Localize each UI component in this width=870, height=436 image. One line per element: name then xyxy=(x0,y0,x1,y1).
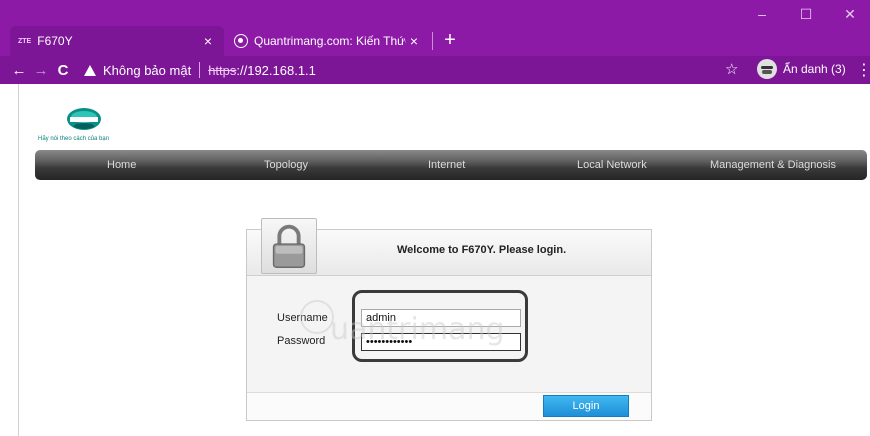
reload-button[interactable]: C xyxy=(52,62,74,79)
security-text: Không bảo mật xyxy=(103,62,192,78)
security-indicator[interactable]: Không bảo mật xyxy=(84,63,191,78)
new-tab-button[interactable]: + xyxy=(440,28,460,52)
zte-favicon-icon: ZTE xyxy=(18,37,32,45)
browser-tab-strip: ZTE F670Y × Quantrimang.com: Kiến Thức C… xyxy=(0,0,870,56)
bookmark-star-icon[interactable]: ☆ xyxy=(725,60,738,78)
welcome-text: Welcome to F670Y. Please login. xyxy=(397,244,567,256)
url-field[interactable]: https ://192.168.1.1 xyxy=(208,63,316,78)
login-footer: Login xyxy=(247,392,651,420)
omnibox-separator xyxy=(199,62,201,78)
password-label: Password xyxy=(277,335,326,347)
warning-icon xyxy=(84,64,96,76)
url-host: ://192.168.1.1 xyxy=(236,62,316,78)
tab-title: Quantrimang.com: Kiến Thức Cô xyxy=(254,34,406,48)
forward-button[interactable]: → xyxy=(30,62,52,79)
tab-f670y[interactable]: ZTE F670Y × xyxy=(10,26,224,56)
tab-quantrimang[interactable]: Quantrimang.com: Kiến Thức Cô × xyxy=(226,26,430,56)
login-button[interactable]: Login xyxy=(543,395,629,417)
incognito-icon xyxy=(757,59,777,79)
brand-slogan: Hãy nói theo cách của bạn xyxy=(38,136,110,142)
nav-home[interactable]: Home xyxy=(107,150,136,180)
tab-title: F670Y xyxy=(37,34,73,48)
minimize-button[interactable]: – xyxy=(742,2,782,26)
url-scheme: https xyxy=(208,62,237,78)
router-nav-bar: Home Topology Internet Local Network Man… xyxy=(35,150,867,180)
nav-topology[interactable]: Topology xyxy=(264,150,308,180)
nav-internet[interactable]: Internet xyxy=(428,150,465,180)
credentials-highlight-ring xyxy=(352,290,528,362)
lock-icon-frame xyxy=(261,218,317,274)
tab-close-icon[interactable]: × xyxy=(200,33,216,49)
viettel-logo: Hãy nói theo cách của bạn xyxy=(38,104,148,146)
tab-separator xyxy=(432,32,433,50)
maximize-button[interactable]: ☐ xyxy=(786,2,826,26)
watermark-logo-icon xyxy=(300,300,334,334)
nav-local-network[interactable]: Local Network xyxy=(577,150,647,180)
address-toolbar: ← → C Không bảo mật https ://192.168.1.1… xyxy=(0,56,870,84)
incognito-label: Ẩn danh (3) xyxy=(783,62,846,76)
close-window-button[interactable]: ✕ xyxy=(830,2,870,26)
login-header: Welcome to F670Y. Please login. xyxy=(247,218,651,276)
site-favicon-icon xyxy=(234,34,248,48)
page-border xyxy=(18,84,19,436)
nav-management-diagnosis[interactable]: Management & Diagnosis xyxy=(710,150,836,180)
incognito-indicator[interactable]: Ẩn danh (3) xyxy=(757,59,846,79)
back-button[interactable]: ← xyxy=(8,62,30,79)
browser-menu-icon[interactable]: ⋮ xyxy=(856,60,870,80)
viettel-logo-icon xyxy=(67,108,101,130)
tab-close-icon[interactable]: × xyxy=(406,33,422,49)
padlock-icon xyxy=(272,224,306,268)
